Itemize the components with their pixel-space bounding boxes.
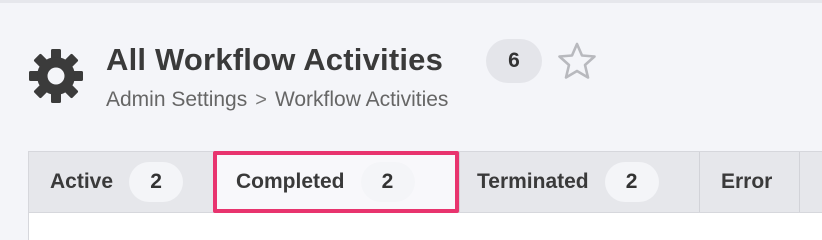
gear-icon bbox=[28, 48, 84, 104]
tab-count-badge: 2 bbox=[360, 162, 415, 202]
tab-completed[interactable]: Completed 2 bbox=[214, 152, 460, 212]
top-border bbox=[0, 0, 822, 3]
chevron-right-icon: > bbox=[255, 88, 267, 111]
star-icon[interactable] bbox=[557, 42, 597, 80]
tab-label: Active bbox=[50, 170, 114, 193]
breadcrumb: Admin Settings > Workflow Activities bbox=[106, 88, 448, 112]
tab-terminated[interactable]: Terminated 2 bbox=[460, 152, 700, 212]
tab-active[interactable]: Active 2 bbox=[29, 152, 214, 212]
breadcrumb-admin-settings[interactable]: Admin Settings bbox=[106, 88, 247, 112]
tab-label: Completed bbox=[236, 170, 345, 193]
tab-count-badge: 2 bbox=[604, 162, 659, 202]
page-header: All Workflow Activities 6 Admin Settings… bbox=[0, 30, 822, 120]
tab-label: Terminated bbox=[477, 170, 589, 193]
page-title: All Workflow Activities bbox=[106, 42, 444, 77]
tab-error[interactable]: Error bbox=[700, 152, 800, 212]
activity-count-badge: 6 bbox=[486, 39, 542, 83]
tab-label: Error bbox=[721, 170, 773, 193]
status-tabs: Active 2 Completed 2 Terminated 2 Error bbox=[28, 151, 822, 213]
tab-count-badge: 2 bbox=[129, 162, 184, 202]
tab-content-panel bbox=[28, 213, 822, 240]
breadcrumb-workflow-activities[interactable]: Workflow Activities bbox=[275, 88, 449, 112]
